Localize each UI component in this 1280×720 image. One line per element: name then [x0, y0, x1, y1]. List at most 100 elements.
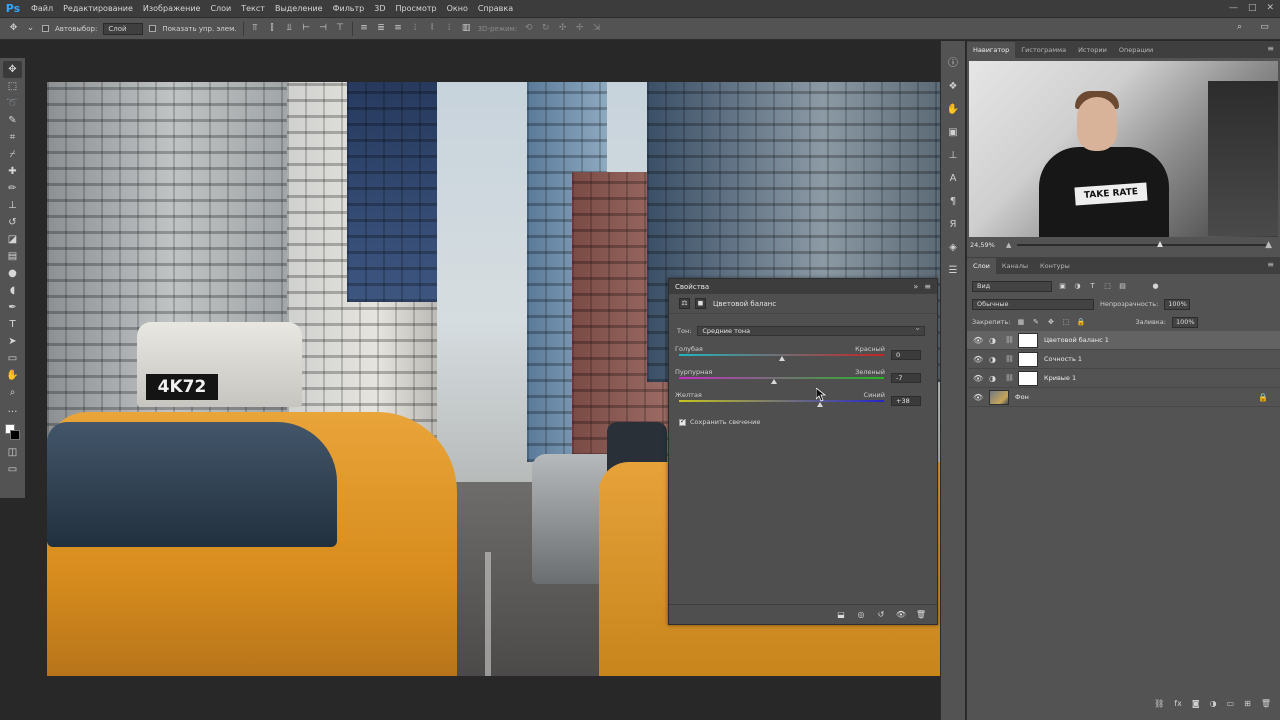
blend-mode-dropdown[interactable]: Обычные [972, 298, 1094, 310]
scale-3d-icon[interactable]: ⇲ [591, 23, 602, 34]
notes-icon[interactable]: ☰ [944, 262, 962, 280]
clone-stamp-icon[interactable]: ⊥ [3, 197, 22, 214]
crop-tool-icon[interactable]: ⌗ [3, 129, 22, 146]
roll-3d-icon[interactable]: ↻ [540, 23, 551, 34]
filter-pixel-icon[interactable]: ▣ [1058, 282, 1067, 291]
3d-icon[interactable]: ◈ [944, 239, 962, 257]
layer-name[interactable]: Фон [1015, 393, 1029, 401]
slider-thumb[interactable] [778, 356, 785, 361]
history-brush-icon[interactable]: ↺ [3, 214, 22, 231]
hand-tool-icon[interactable]: ✋ [3, 367, 22, 384]
zoom-tool-icon[interactable]: ⌕ [3, 384, 22, 401]
layer-filter-dropdown[interactable]: Вид [972, 280, 1052, 292]
pen-tool-icon[interactable]: ✒ [3, 299, 22, 316]
align-vcenter-icon[interactable]: ⫿ [267, 23, 278, 34]
move-tool-icon[interactable]: ✥ [8, 23, 19, 34]
workspace-icon[interactable]: ▭ [1259, 22, 1270, 33]
visibility-eye-icon[interactable]: 👁 [973, 355, 983, 364]
menu-item[interactable]: Изображение [138, 0, 206, 17]
filter-shape-icon[interactable]: ⬚ [1103, 282, 1112, 291]
character-icon[interactable]: A [944, 170, 962, 188]
slide-3d-icon[interactable]: ✢ [574, 23, 585, 34]
pan-3d-icon[interactable]: ✣ [557, 23, 568, 34]
type-tool-icon[interactable]: T [3, 316, 22, 333]
slider-thumb[interactable] [817, 402, 824, 407]
layer-name[interactable]: Сочность 1 [1044, 355, 1082, 363]
menu-item[interactable]: Окно [442, 0, 473, 17]
paragraph-icon[interactable]: ¶ [944, 193, 962, 211]
distribute-vcenter-icon[interactable]: ≣ [376, 23, 387, 34]
reset-icon[interactable]: ↺ [875, 609, 887, 621]
eraser-tool-icon[interactable]: ◪ [3, 231, 22, 248]
layer-mask-thumbnail[interactable] [1018, 351, 1038, 367]
screen-mode-icon[interactable]: ▭ [3, 461, 22, 478]
view-previous-icon[interactable]: ◎ [855, 609, 867, 621]
filter-adjustment-icon[interactable]: ◑ [1073, 282, 1082, 291]
rectangle-tool-icon[interactable]: ▭ [3, 350, 22, 367]
align-left-icon[interactable]: ⊢ [301, 23, 312, 34]
collapse-icon[interactable]: » [913, 282, 918, 291]
adjustments-icon[interactable]: ▣ [944, 124, 962, 142]
layers-tab[interactable]: Каналы [996, 258, 1034, 274]
navigator-preview[interactable]: TAKE RATE [969, 61, 1278, 237]
search-icon[interactable]: ⌕ [1234, 22, 1245, 33]
background-color[interactable] [10, 430, 20, 440]
gradient-tool-icon[interactable]: ▤ [3, 248, 22, 265]
delete-layer-icon[interactable]: 🗑 [1261, 699, 1271, 715]
properties-titlebar[interactable]: Свойства » ≡ [669, 279, 937, 294]
maximize-button[interactable]: □ [1248, 0, 1257, 17]
new-layer-icon[interactable]: ⊞ [1244, 699, 1251, 715]
more-tools-icon[interactable]: … [3, 401, 22, 418]
lock-transparency-icon[interactable]: ▦ [1016, 318, 1025, 327]
slider-value-field[interactable]: 0 [891, 350, 921, 360]
tone-dropdown[interactable]: Средние тона [697, 324, 925, 336]
layers-tab[interactable]: Слои [967, 258, 996, 274]
layers-tab[interactable]: Контуры [1034, 258, 1076, 274]
layer-row[interactable]: 👁 Фон 🔒 [967, 388, 1280, 407]
navigator-zoom-slider[interactable] [1017, 241, 1266, 247]
add-mask-icon[interactable]: ◙ [1192, 699, 1200, 715]
chevron-down-icon[interactable]: ⌄ [25, 23, 36, 34]
navigator-tab[interactable]: Навигатор [967, 42, 1016, 58]
minimize-button[interactable]: — [1229, 0, 1238, 17]
brush-presets-icon[interactable]: ❖ [944, 78, 962, 96]
distribute-right-icon[interactable]: ⦙ [444, 23, 455, 34]
navigator-tab[interactable]: Гистограмма [1015, 42, 1072, 58]
panel-menu-icon[interactable]: ≡ [1267, 260, 1274, 269]
close-button[interactable]: ✕ [1266, 0, 1274, 17]
eyedropper-tool-icon[interactable]: ⌿ [3, 146, 22, 163]
slider-track[interactable] [679, 400, 884, 402]
layer-mask-thumbnail[interactable] [1018, 370, 1038, 386]
zoom-in-icon[interactable]: ▲ [1265, 240, 1272, 250]
opacity-field[interactable]: 100% [1164, 298, 1191, 310]
blur-tool-icon[interactable]: ● [3, 265, 22, 282]
menu-item[interactable]: Фильтр [328, 0, 370, 17]
autoselect-checkbox[interactable] [42, 25, 49, 32]
navigator-tab[interactable]: Истории [1072, 42, 1113, 58]
filter-toggle-icon[interactable]: ● [1151, 282, 1160, 291]
info-icon[interactable]: ⓘ [944, 55, 962, 73]
show-controls-checkbox[interactable] [149, 25, 157, 32]
slider-track[interactable] [679, 377, 884, 379]
align-bottom-icon[interactable]: ⫫ [284, 23, 295, 34]
filter-type-icon[interactable]: T [1088, 282, 1097, 291]
fill-field[interactable]: 100% [1171, 316, 1198, 328]
lock-artboard-icon[interactable]: ⬚ [1061, 318, 1070, 327]
brush-tool-icon[interactable]: ✏ [3, 180, 22, 197]
layer-name[interactable]: Кривые 1 [1044, 374, 1076, 382]
link-layers-icon[interactable]: ⛓ [1154, 699, 1164, 715]
layer-row[interactable]: 👁 ◑ ⛓ Сочность 1 [967, 350, 1280, 369]
quick-select-tool-icon[interactable]: ✎ [3, 112, 22, 129]
slider-value-field[interactable]: -7 [891, 373, 921, 383]
align-right-icon[interactable]: ⊤ [335, 23, 346, 34]
mask-icon[interactable]: ◼ [695, 298, 706, 309]
new-adjustment-icon[interactable]: ◑ [1210, 699, 1217, 715]
visibility-eye-icon[interactable]: 👁 [973, 374, 983, 383]
menu-item[interactable]: 3D [369, 0, 390, 17]
navigator-tab[interactable]: Операции [1113, 42, 1159, 58]
healing-brush-icon[interactable]: ✚ [3, 163, 22, 180]
align-top-icon[interactable]: ⫪ [250, 23, 261, 34]
filter-smart-icon[interactable]: ▤ [1118, 282, 1127, 291]
actions-icon[interactable]: ✋ [944, 101, 962, 119]
layer-mask-thumbnail[interactable] [1018, 332, 1038, 348]
